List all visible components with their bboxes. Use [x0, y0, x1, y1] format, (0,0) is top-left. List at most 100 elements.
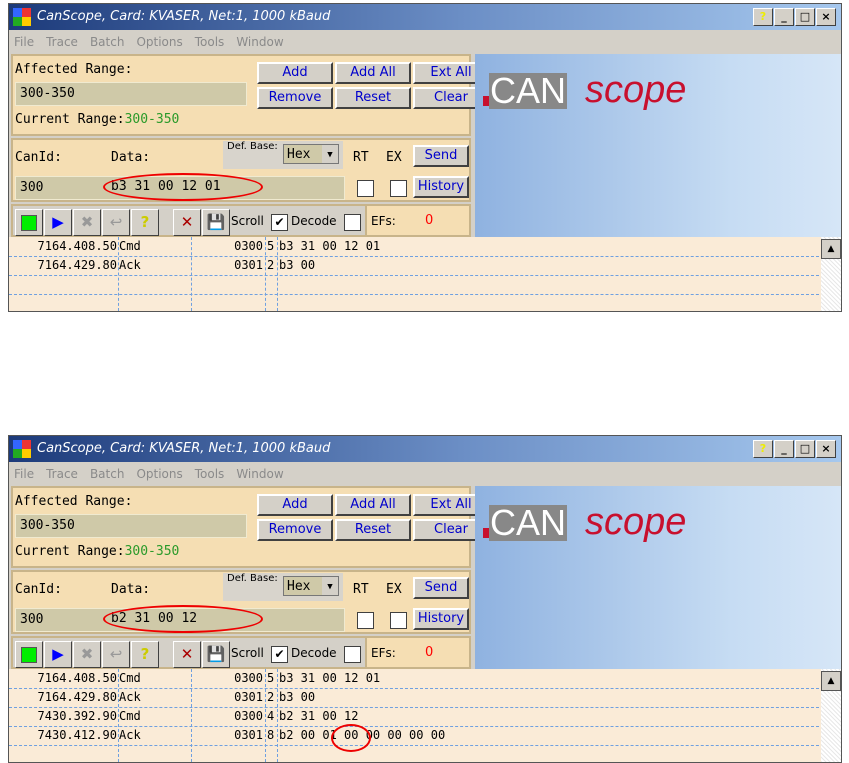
range-panel: Affected Range: 300-350 Current Range:30… [11, 54, 489, 136]
base-select-value: Hex [287, 579, 311, 594]
canscope-window: CanScope, Card: KVASER, Net:1, 1000 kBau… [8, 435, 842, 763]
current-range-label: Current Range: [15, 112, 125, 127]
minimize-button[interactable]: _ [774, 8, 794, 26]
menu-file[interactable]: File [14, 35, 34, 49]
trace-row[interactable]: 7164.408.50 Cmd 0300 5 b3 31 00 12 01 [9, 669, 819, 689]
scroll-up-icon[interactable]: ▲ [821, 671, 841, 691]
trace-row[interactable]: 7430.392.90 Cmd 0300 4 b2 31 00 12 [9, 707, 819, 727]
send-button[interactable]: Send [413, 145, 469, 167]
help-icon[interactable]: ? [131, 641, 159, 668]
trace-list[interactable]: 7164.408.50 Cmd 0300 5 b3 31 00 12 01 71… [9, 237, 841, 311]
menu-window[interactable]: Window [236, 467, 283, 481]
current-range-value: 300-350 [124, 112, 180, 127]
send-button[interactable]: Send [413, 577, 469, 599]
stop-icon[interactable]: ✖ [73, 209, 101, 236]
rt-checkbox[interactable] [357, 180, 374, 197]
affected-range-label: Affected Range: [15, 62, 133, 77]
start-icon[interactable] [15, 209, 43, 236]
menu-window[interactable]: Window [236, 35, 283, 49]
save-icon[interactable]: 💾 [202, 641, 230, 668]
trace-data: b2 31 00 12 [279, 709, 359, 723]
menu-options[interactable]: Options [136, 35, 182, 49]
trace-type: Cmd [119, 671, 141, 685]
chevron-down-icon[interactable]: ▼ [322, 145, 338, 163]
clear-trace-icon[interactable]: ✕ [173, 209, 201, 236]
scroll-checkbox[interactable]: ✔ [271, 646, 288, 663]
trace-data: b3 00 [279, 690, 316, 704]
range-add-button[interactable]: Add [257, 494, 333, 516]
range-remove-button[interactable]: Remove [257, 519, 333, 541]
decode-checkbox[interactable] [344, 646, 361, 663]
play-icon[interactable]: ▶ [44, 641, 72, 668]
ex-checkbox[interactable] [390, 180, 407, 197]
range-add-all-button[interactable]: Add All [335, 494, 411, 516]
maximize-button[interactable]: □ [795, 440, 815, 458]
trace-row-empty [9, 745, 819, 762]
history-button[interactable]: History [413, 608, 469, 630]
minimize-button[interactable]: _ [774, 440, 794, 458]
range-remove-button[interactable]: Remove [257, 87, 333, 109]
send-panel: CanId: Data: Def. Base: Hex ▼ RT EX Send … [11, 138, 471, 202]
scroll-checkbox[interactable]: ✔ [271, 214, 288, 231]
efs-label: EFs: [371, 646, 396, 660]
trace-row[interactable]: 7164.429.80 Ack 0301 2 b3 00 [9, 688, 819, 708]
highlight-ring [331, 724, 371, 752]
logo-scope: scope [585, 69, 687, 111]
trace-row[interactable]: 7164.408.50 Cmd 0300 5 b3 31 00 12 01 [9, 237, 819, 257]
efs-label: EFs: [371, 214, 396, 228]
range-reset-button[interactable]: Reset [335, 519, 411, 541]
affected-range-input[interactable]: 300-350 [15, 82, 247, 106]
base-select[interactable]: Hex ▼ [283, 576, 339, 596]
scrollbar[interactable]: ▲ [821, 669, 841, 762]
title-bar: CanScope, Card: KVASER, Net:1, 1000 kBau… [9, 436, 841, 462]
base-select[interactable]: Hex ▼ [283, 144, 339, 164]
trace-data: b3 00 [279, 258, 316, 272]
menu-tools[interactable]: Tools [195, 467, 225, 481]
trace-row[interactable]: 7430.412.90 Ack 0301 8 b2 00 01 00 00 00… [9, 726, 819, 746]
save-icon[interactable]: 💾 [202, 209, 230, 236]
affected-range-input[interactable]: 300-350 [15, 514, 247, 538]
stop-icon[interactable]: ✖ [73, 641, 101, 668]
help-icon[interactable]: ? [753, 440, 773, 458]
start-icon[interactable] [15, 641, 43, 668]
canid-label: CanId: [15, 582, 62, 597]
menu-options[interactable]: Options [136, 467, 182, 481]
menu-file[interactable]: File [14, 467, 34, 481]
menu-trace[interactable]: Trace [46, 467, 78, 481]
menu-tools[interactable]: Tools [195, 35, 225, 49]
play-icon[interactable]: ▶ [44, 209, 72, 236]
undo-icon[interactable]: ↩ [102, 209, 130, 236]
menu-bar: File Trace Batch Options Tools Window [9, 30, 841, 54]
decode-checkbox[interactable] [344, 214, 361, 231]
title-bar: CanScope, Card: KVASER, Net:1, 1000 kBau… [9, 4, 841, 30]
trace-dlc: 4 [267, 709, 275, 723]
maximize-button[interactable]: □ [795, 8, 815, 26]
menu-batch[interactable]: Batch [90, 467, 125, 481]
scroll-up-icon[interactable]: ▲ [821, 239, 841, 259]
trace-id: 0300 [234, 671, 263, 685]
trace-list[interactable]: 7164.408.50 Cmd 0300 5 b3 31 00 12 01 71… [9, 669, 841, 762]
trace-type: Ack [119, 690, 141, 704]
trace-row[interactable]: 7164.429.80 Ack 0301 2 b3 00 [9, 256, 819, 276]
canid-label: CanId: [15, 150, 62, 165]
history-button[interactable]: History [413, 176, 469, 198]
clear-trace-icon[interactable]: ✕ [173, 641, 201, 668]
trace-time: 7164.408.50 [37, 239, 117, 253]
help-icon[interactable]: ? [131, 209, 159, 236]
trace-id: 0300 [234, 239, 263, 253]
chevron-down-icon[interactable]: ▼ [322, 577, 338, 595]
trace-row-empty [9, 294, 819, 311]
range-reset-button[interactable]: Reset [335, 87, 411, 109]
range-add-all-button[interactable]: Add All [335, 62, 411, 84]
rt-checkbox[interactable] [357, 612, 374, 629]
ex-checkbox[interactable] [390, 612, 407, 629]
close-button[interactable]: × [816, 440, 836, 458]
menu-trace[interactable]: Trace [46, 35, 78, 49]
undo-icon[interactable]: ↩ [102, 641, 130, 668]
range-add-button[interactable]: Add [257, 62, 333, 84]
close-button[interactable]: × [816, 8, 836, 26]
scrollbar[interactable]: ▲ [821, 237, 841, 311]
trace-type: Cmd [119, 709, 141, 723]
menu-batch[interactable]: Batch [90, 35, 125, 49]
help-icon[interactable]: ? [753, 8, 773, 26]
